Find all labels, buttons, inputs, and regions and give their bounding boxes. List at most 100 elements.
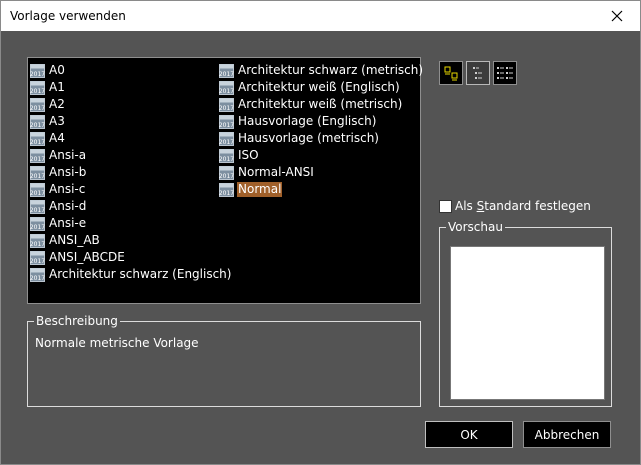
template-item[interactable]: 2017 Ansi-b: [30, 164, 232, 181]
set-default-row[interactable]: Als Standard festlegen: [439, 199, 591, 213]
large-icons-icon: [444, 66, 458, 81]
template-item-label: A4: [49, 131, 65, 145]
svg-text:2017: 2017: [30, 207, 45, 214]
template-item[interactable]: 2017 Ansi-e: [30, 215, 232, 232]
ok-button[interactable]: OK: [425, 421, 513, 448]
svg-text:2017: 2017: [219, 88, 234, 95]
title-bar: Vorlage verwenden: [0, 0, 641, 31]
template-item-label: Architektur weiß (Englisch): [238, 80, 400, 94]
template-item-label: A3: [49, 114, 65, 128]
close-icon: [611, 10, 623, 22]
template-file-icon: 2017: [219, 97, 234, 112]
template-item-label: Ansi-b: [49, 165, 87, 179]
template-file-icon: 2017: [30, 182, 45, 197]
svg-text:2017: 2017: [30, 190, 45, 197]
template-item-label: Normal: [237, 182, 283, 197]
template-file-icon: 2017: [219, 63, 234, 78]
template-item[interactable]: 2017 Ansi-a: [30, 147, 232, 164]
template-item[interactable]: 2017 A1: [30, 79, 232, 96]
template-item[interactable]: 2017 Architektur schwarz (Englisch): [30, 266, 232, 283]
template-file-icon: 2017: [219, 165, 234, 180]
template-file-icon: 2017: [219, 114, 234, 129]
template-file-icon: 2017: [30, 97, 45, 112]
svg-text:2017: 2017: [219, 71, 234, 78]
template-item[interactable]: 2017 Normal: [219, 181, 424, 198]
svg-text:2017: 2017: [30, 71, 45, 78]
template-item-label: Ansi-e: [49, 216, 87, 230]
template-file-icon: 2017: [219, 131, 234, 146]
template-list[interactable]: 2017 A0 2017 A1 2017 A2 2017 A3 2017 A4 2017 Ansi-a…: [27, 57, 424, 304]
svg-text:2017: 2017: [219, 122, 234, 129]
template-file-icon: 2017: [219, 182, 234, 197]
svg-text:2017: 2017: [219, 156, 234, 163]
view-large-icons-button[interactable]: [439, 61, 463, 85]
svg-text:2017: 2017: [30, 173, 45, 180]
template-file-icon: 2017: [30, 216, 45, 231]
template-item-label: Normal-ANSI: [238, 165, 314, 179]
template-item[interactable]: 2017 ANSI_ABCDE: [30, 249, 232, 266]
svg-text:2017: 2017: [30, 156, 45, 163]
preview-label: Vorschau: [446, 220, 505, 234]
svg-text:2017: 2017: [219, 173, 234, 180]
template-file-icon: 2017: [30, 80, 45, 95]
template-item-label: A0: [49, 63, 65, 77]
template-item[interactable]: 2017 ANSI_AB: [30, 232, 232, 249]
template-item[interactable]: 2017 A2: [30, 96, 232, 113]
template-item-label: A2: [49, 97, 65, 111]
set-default-label: Als Standard festlegen: [455, 199, 591, 213]
list-icon: [473, 67, 482, 79]
svg-text:2017: 2017: [30, 139, 45, 146]
set-default-checkbox[interactable]: [439, 199, 452, 213]
template-item[interactable]: 2017 ISO: [219, 147, 424, 164]
template-item[interactable]: 2017 Architektur weiß (metrisch): [219, 96, 424, 113]
template-item-label: Hausvorlage (metrisch): [238, 131, 379, 145]
svg-text:2017: 2017: [30, 105, 45, 112]
template-file-icon: 2017: [30, 199, 45, 214]
svg-text:2017: 2017: [30, 241, 45, 248]
view-details-button[interactable]: [493, 61, 517, 85]
preview-group: Vorschau: [439, 220, 612, 407]
template-item-label: Ansi-d: [49, 199, 87, 213]
cancel-button[interactable]: Abbrechen: [523, 421, 611, 448]
description-text: Normale metrische Vorlage: [35, 336, 199, 350]
svg-text:2017: 2017: [30, 258, 45, 265]
svg-text:2017: 2017: [219, 190, 234, 197]
template-file-icon: 2017: [30, 114, 45, 129]
svg-text:2017: 2017: [30, 224, 45, 231]
template-file-icon: 2017: [30, 233, 45, 248]
template-item[interactable]: 2017 Architektur weiß (Englisch): [219, 79, 424, 96]
template-item[interactable]: 2017 Ansi-d: [30, 198, 232, 215]
template-item[interactable]: 2017 A4: [30, 130, 232, 147]
svg-text:2017: 2017: [219, 105, 234, 112]
template-item[interactable]: 2017 Ansi-c: [30, 181, 232, 198]
svg-text:2017: 2017: [30, 275, 45, 282]
svg-text:2017: 2017: [30, 122, 45, 129]
svg-text:2017: 2017: [219, 139, 234, 146]
template-list-column-1: 2017 A0 2017 A1 2017 A2 2017 A3 2017 A4 2017 Ansi-a…: [30, 62, 232, 283]
template-file-icon: 2017: [219, 148, 234, 163]
template-item-label: Architektur schwarz (Englisch): [49, 267, 232, 281]
template-file-icon: 2017: [219, 80, 234, 95]
template-item-label: A1: [49, 80, 65, 94]
template-item-label: ISO: [238, 148, 259, 162]
template-item[interactable]: 2017 Hausvorlage (metrisch): [219, 130, 424, 147]
template-item-label: ANSI_AB: [49, 233, 100, 247]
template-file-icon: 2017: [30, 165, 45, 180]
template-file-icon: 2017: [30, 250, 45, 265]
template-list-column-2: 2017 Architektur schwarz (metrisch) 2017 Ar…: [219, 62, 424, 198]
template-item-label: Ansi-a: [49, 148, 87, 162]
template-file-icon: 2017: [30, 131, 45, 146]
view-list-button[interactable]: [466, 61, 490, 85]
template-item-label: ANSI_ABCDE: [49, 250, 125, 264]
template-item-label: Architektur weiß (metrisch): [238, 97, 403, 111]
template-item-label: Hausvorlage (Englisch): [238, 114, 377, 128]
close-button[interactable]: [594, 1, 640, 31]
template-file-icon: 2017: [30, 267, 45, 282]
template-item[interactable]: 2017 Normal-ANSI: [219, 164, 424, 181]
template-item[interactable]: 2017 A0: [30, 62, 232, 79]
window-title: Vorlage verwenden: [10, 9, 126, 23]
template-item[interactable]: 2017 Hausvorlage (Englisch): [219, 113, 424, 130]
template-file-icon: 2017: [30, 63, 45, 78]
template-item[interactable]: 2017 A3: [30, 113, 232, 130]
template-item[interactable]: 2017 Architektur schwarz (metrisch): [219, 62, 424, 79]
